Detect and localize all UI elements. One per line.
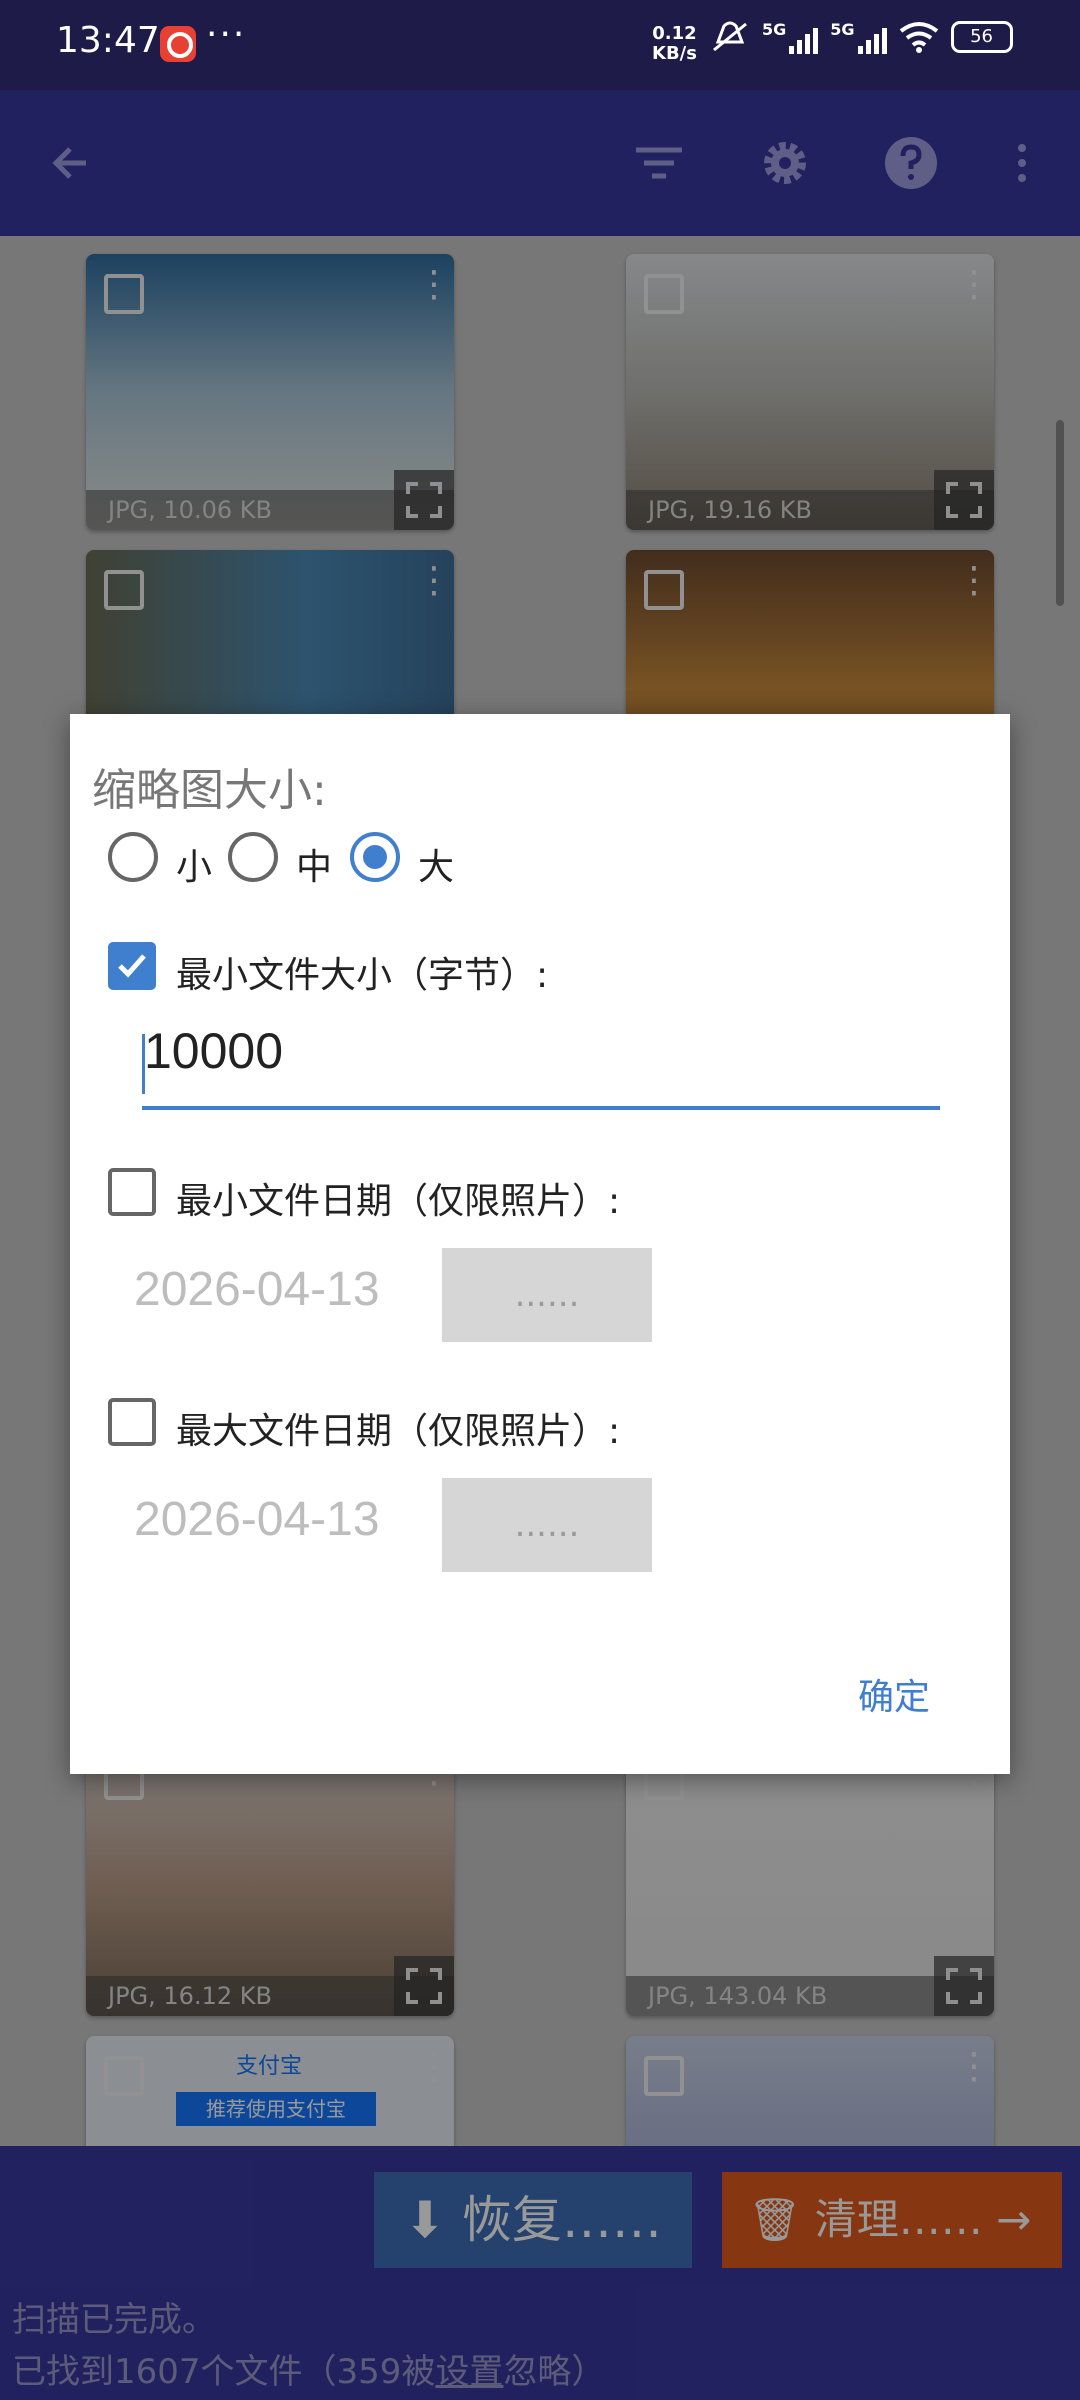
dialog-title: 缩略图大小: bbox=[92, 765, 327, 816]
signal-icon: 5G bbox=[830, 20, 887, 54]
notification-app-icon bbox=[160, 26, 196, 62]
min-date-checkbox[interactable] bbox=[108, 1168, 156, 1216]
min-size-label: 最小文件大小（字节）: bbox=[176, 955, 549, 996]
battery-icon: 56 bbox=[950, 21, 1013, 53]
thumb-size-large-radio[interactable] bbox=[350, 832, 400, 882]
check-icon bbox=[118, 954, 146, 978]
thumb-size-medium-label: 中 bbox=[296, 847, 333, 888]
network-speed: 0.12 KB/s bbox=[652, 23, 697, 64]
min-size-checkbox[interactable] bbox=[108, 942, 156, 990]
max-date-label: 最大文件日期（仅限照片）: bbox=[176, 1411, 621, 1452]
thumb-size-small-radio[interactable] bbox=[108, 832, 158, 882]
signal-icon: 5G bbox=[762, 20, 819, 54]
min-date-label: 最小文件日期（仅限照片）: bbox=[176, 1181, 621, 1222]
text-cursor bbox=[142, 1034, 145, 1094]
status-time: 13:47 bbox=[56, 20, 160, 61]
thumb-size-large-label: 大 bbox=[418, 847, 455, 888]
max-date-value: 2026-04-13 bbox=[134, 1493, 380, 1546]
ok-button[interactable]: 确定 bbox=[858, 1668, 930, 1720]
wifi-icon bbox=[899, 22, 938, 53]
min-date-picker-button[interactable]: ...... bbox=[442, 1248, 652, 1342]
thumb-size-small-label: 小 bbox=[176, 847, 213, 888]
min-size-input[interactable]: 10000 bbox=[142, 1022, 940, 1110]
status-bar: 13:47 ··· 0.12 KB/s 5G 5G 56 bbox=[0, 0, 1080, 90]
mute-icon bbox=[713, 21, 747, 52]
max-date-picker-button[interactable]: ...... bbox=[442, 1478, 652, 1572]
thumb-size-medium-radio[interactable] bbox=[228, 832, 278, 882]
more-notifications-icon: ··· bbox=[206, 14, 247, 55]
max-date-checkbox[interactable] bbox=[108, 1398, 156, 1446]
min-date-value: 2026-04-13 bbox=[134, 1263, 380, 1316]
